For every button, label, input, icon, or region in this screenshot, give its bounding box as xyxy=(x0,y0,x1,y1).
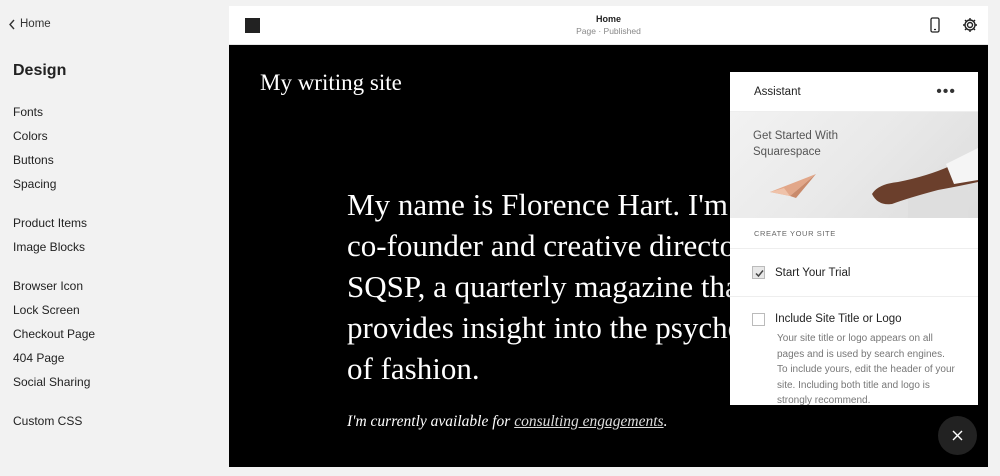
tagline: I'm currently available for consulting e… xyxy=(347,413,667,431)
sidebar-item-custom-css[interactable]: Custom CSS xyxy=(13,409,82,433)
sidebar-item-spacing[interactable]: Spacing xyxy=(13,172,56,196)
assistant-banner: Get Started With Squarespace xyxy=(730,112,978,218)
banner-text: Get Started With Squarespace xyxy=(753,130,839,158)
hand-illustration-icon xyxy=(872,148,978,218)
back-label: Home xyxy=(20,18,51,30)
task-checkbox[interactable] xyxy=(752,313,765,326)
task-start-trial[interactable]: Start Your Trial xyxy=(730,249,978,297)
sidebar-group-advanced: Custom CSS xyxy=(13,409,82,433)
mobile-preview-icon[interactable] xyxy=(930,17,940,38)
page-subtitle: Page · Published xyxy=(576,26,641,36)
design-sidebar: Home Design Fonts Colors Buttons Spacing… xyxy=(0,0,228,476)
paper-plane-illustration-icon xyxy=(770,174,816,198)
sidebar-item-lock-screen[interactable]: Lock Screen xyxy=(13,298,95,322)
task-label: Start Your Trial xyxy=(775,266,851,279)
sidebar-item-buttons[interactable]: Buttons xyxy=(13,148,56,172)
sidebar-group-blocks: Product Items Image Blocks xyxy=(13,211,87,259)
panel-title: Design xyxy=(13,62,67,79)
page-status: Home Page · Published xyxy=(229,14,988,36)
section-label: CREATE YOUR SITE xyxy=(730,218,978,249)
chevron-left-icon xyxy=(9,19,15,29)
sidebar-item-browser-icon[interactable]: Browser Icon xyxy=(13,274,95,298)
sidebar-group-pages: Browser Icon Lock Screen Checkout Page 4… xyxy=(13,274,95,394)
close-assistant-button[interactable] xyxy=(938,416,977,455)
sidebar-group-style: Fonts Colors Buttons Spacing xyxy=(13,100,56,196)
assistant-panel: Assistant ••• Get Started With Squarespa… xyxy=(730,72,978,405)
sidebar-item-social-sharing[interactable]: Social Sharing xyxy=(13,370,95,394)
task-site-title-logo[interactable]: Include Site Title or Logo Your site tit… xyxy=(730,297,978,405)
back-home-link[interactable]: Home xyxy=(8,18,51,30)
task-description: Your site title or logo appears on all p… xyxy=(777,333,955,405)
gear-icon[interactable] xyxy=(962,17,978,38)
site-title[interactable]: My writing site xyxy=(260,70,402,96)
sidebar-item-product-items[interactable]: Product Items xyxy=(13,211,87,235)
checkmark-icon xyxy=(755,270,764,278)
sidebar-item-colors[interactable]: Colors xyxy=(13,124,56,148)
assistant-header: Assistant ••• xyxy=(730,72,978,112)
sidebar-item-404-page[interactable]: 404 Page xyxy=(13,346,95,370)
more-options-icon[interactable]: ••• xyxy=(936,83,956,99)
assistant-title: Assistant xyxy=(754,85,801,98)
tagline-prefix: I'm currently available for xyxy=(347,413,515,430)
page-title: Home xyxy=(595,14,621,24)
sidebar-item-fonts[interactable]: Fonts xyxy=(13,100,56,124)
sidebar-item-checkout-page[interactable]: Checkout Page xyxy=(13,322,95,346)
preview-topbar: Home Page · Published xyxy=(229,6,988,45)
task-label: Include Site Title or Logo xyxy=(775,313,902,325)
sidebar-item-image-blocks[interactable]: Image Blocks xyxy=(13,235,87,259)
close-icon xyxy=(952,430,963,441)
task-checkbox-checked[interactable] xyxy=(752,266,765,279)
consulting-link[interactable]: consulting engagements xyxy=(514,413,663,430)
tagline-suffix: . xyxy=(663,413,668,430)
